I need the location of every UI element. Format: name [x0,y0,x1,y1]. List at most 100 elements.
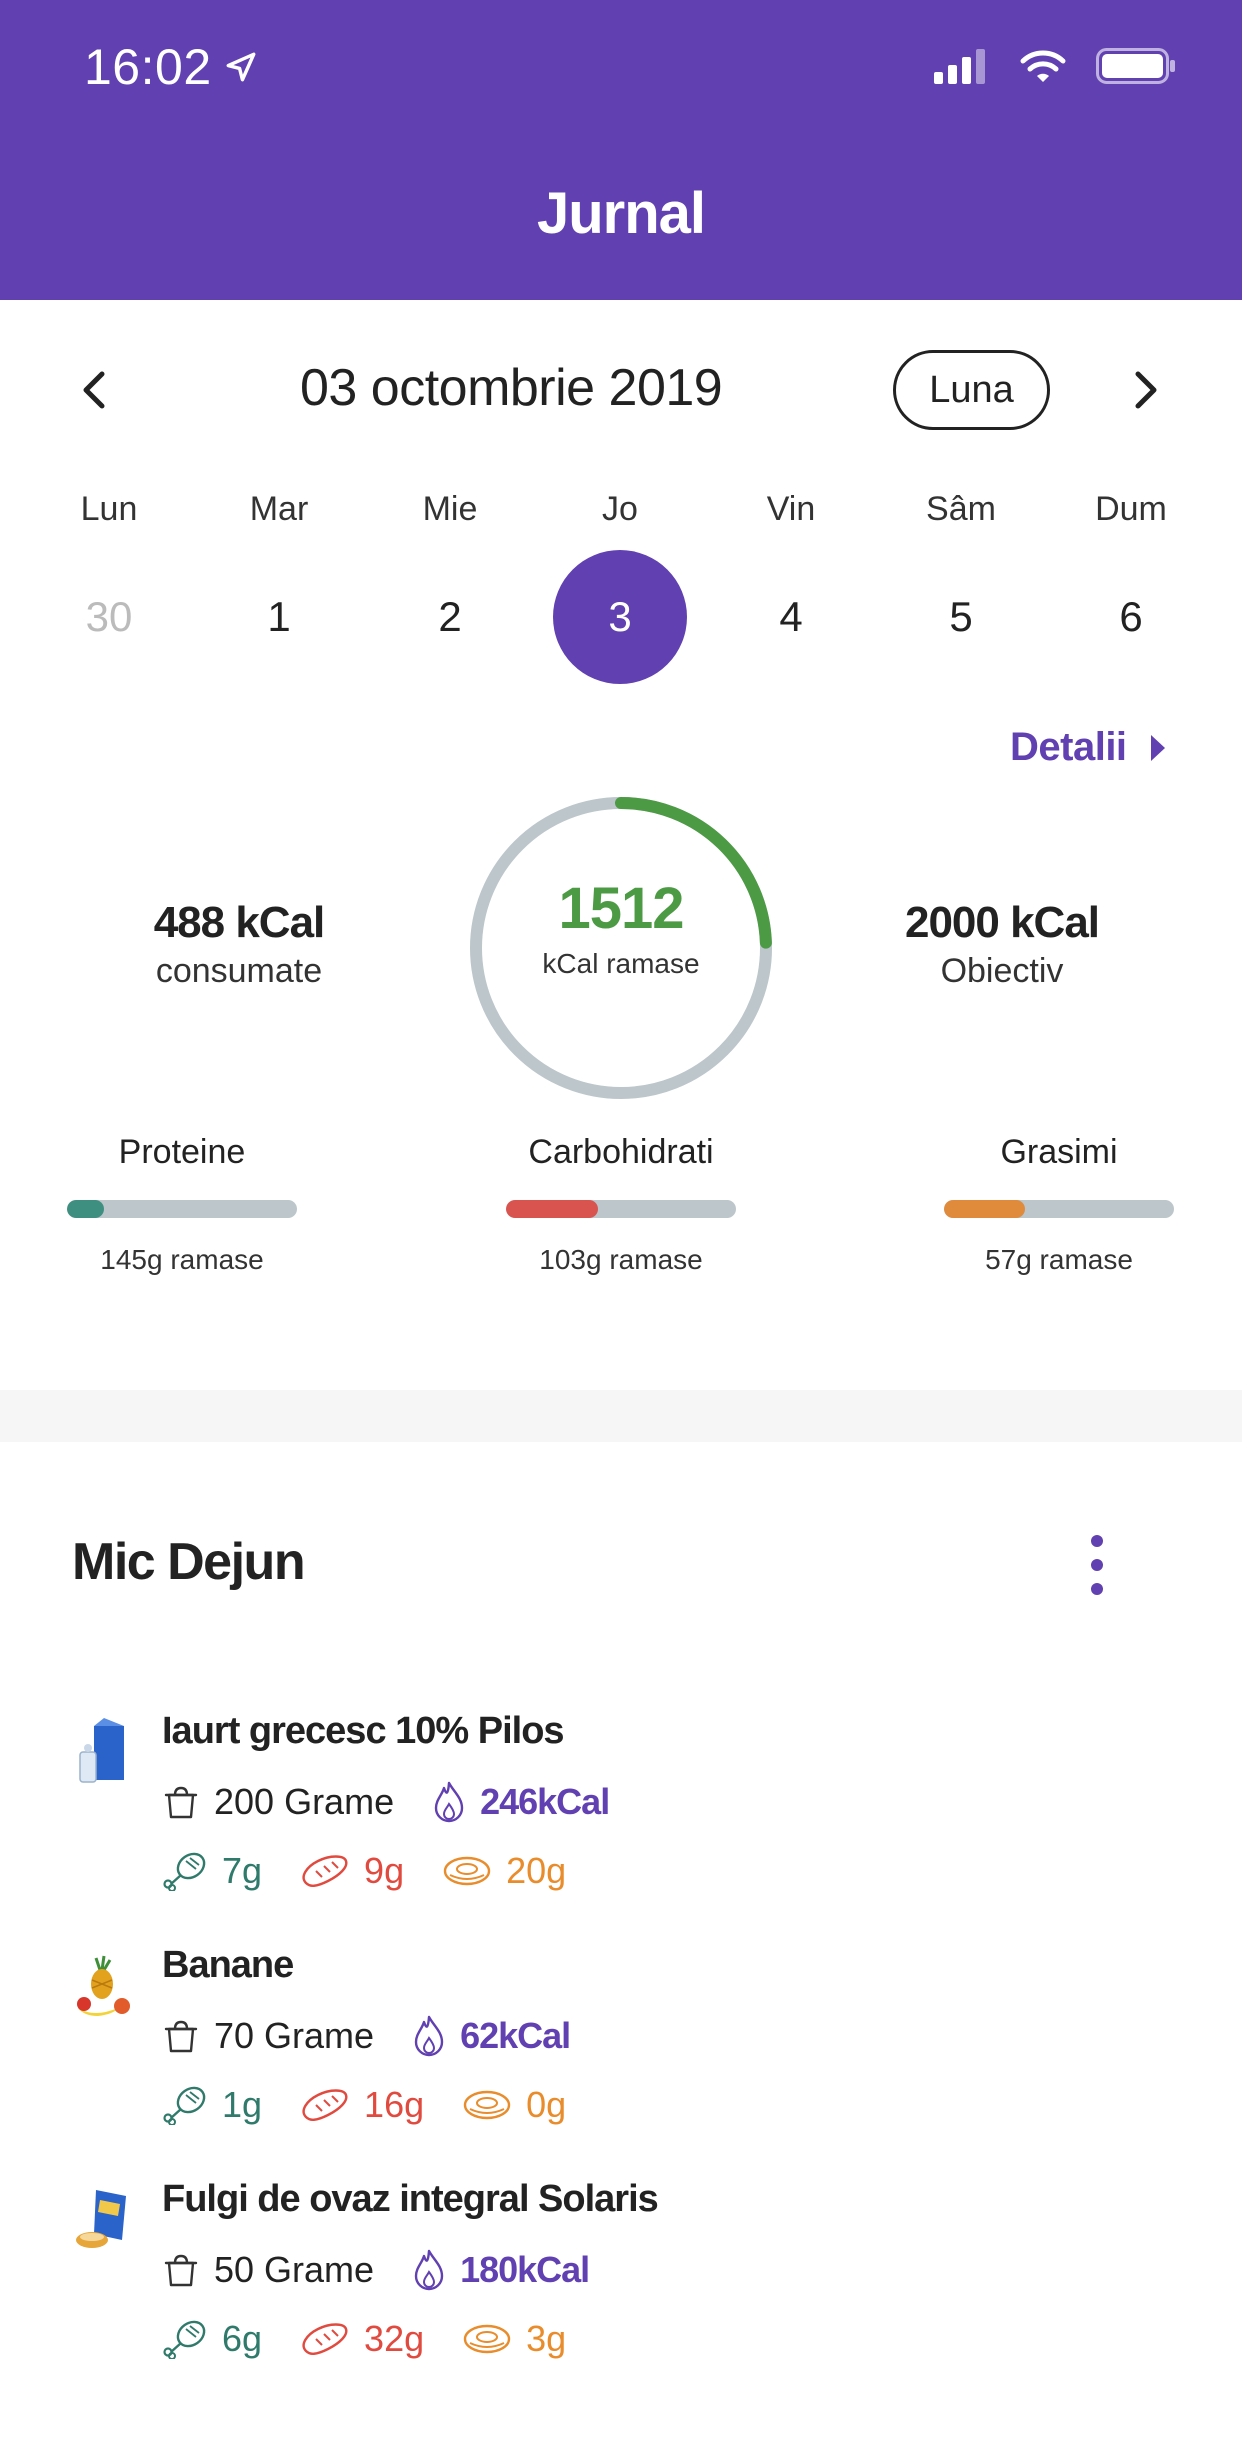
remaining-label: kCal ramase [542,948,700,979]
yogurt-icon [79,1718,124,1783]
food-calories: 180kCal [460,2249,590,2290]
protein-drumstick-icon [162,2085,208,2125]
caret-right-icon [1150,734,1165,761]
flame-icon [432,1780,466,1824]
food-item[interactable]: Iaurt grecesc 10% Pilos 200 Grame 246kCa… [0,1700,1242,1930]
food-carbs: 32g [364,2318,425,2359]
carbs-bread-icon [300,2087,350,2123]
food-macros-row: 7g 9g 20g [162,1850,566,1892]
app-header: 16:02 Jurnal [0,0,1242,300]
macro-progress-fill [67,1200,104,1218]
details-link[interactable]: Detalii [1010,725,1167,770]
status-bar-time: 16:02 [84,38,258,96]
food-amount-row: 200 Grame 246kCal [162,1780,610,1824]
day-cell[interactable]: 5 [894,550,1028,684]
flame-icon [412,2248,446,2292]
previous-day-button[interactable] [72,368,116,412]
macro-remaining: 145g ramase [100,1244,264,1275]
food-carbs: 16g [364,2084,425,2125]
food-fat: 3g [526,2318,567,2359]
carbs-bread-icon [300,1853,350,1889]
pot-icon [162,2017,200,2055]
food-item[interactable]: Fulgi de ovaz integral Solaris 50 Grame … [0,2168,1242,2398]
macro-name: Grasimi [1000,1133,1118,1171]
current-date[interactable]: 03 octombrie 2019 [300,358,723,418]
cereal-icon [76,2190,126,2248]
macro-carbs: Carbohidrati 103g ramase [501,1133,741,1276]
fat-avocado-icon [462,2087,512,2123]
goal-summary: 2000 kCal Obiectiv [862,898,1142,991]
food-calories: 246kCal [480,1781,610,1822]
details-link-label: Detalii [1010,725,1127,769]
weekday-label: Mar [249,490,309,528]
macro-progress-fill [944,1200,1025,1218]
carbs-bread-icon [300,2321,350,2357]
consumed-value: 488 kCal [153,898,326,947]
month-view-button[interactable]: Luna [893,350,1050,430]
weekday-label: Vin [766,490,816,528]
pot-icon [162,2251,200,2289]
food-name: Iaurt grecesc 10% Pilos [162,1710,565,1752]
day-cell[interactable]: 1 [212,550,346,684]
battery-icon [1096,48,1175,84]
weekday-label: Sâm [926,490,996,528]
status-bar-icons [934,48,1176,84]
meal-title: Mic Dejun [72,1533,306,1591]
food-amount: 70 Grame [214,2015,375,2056]
location-arrow-icon [226,52,256,82]
wifi-icon [1020,50,1066,82]
food-fat: 20g [506,1850,567,1891]
food-macros-row: 1g 16g 0g [162,2084,566,2126]
weekday-label: Mie [422,490,478,528]
food-name: Fulgi de ovaz integral Solaris [162,2178,659,2220]
macro-protein: Proteine 145g ramase [62,1133,302,1276]
goal-label: Obiectiv [940,952,1064,990]
date-navigation: 03 octombrie 2019 Luna [0,350,1242,430]
protein-drumstick-icon [162,1851,208,1891]
food-amount: 200 Grame [214,1781,395,1822]
chevron-right-icon [1135,371,1157,409]
food-protein: 6g [222,2318,263,2359]
day-cell[interactable]: 2 [383,550,517,684]
weekday-label: Jo [602,490,638,528]
food-name: Banane [162,1944,294,1986]
consumed-label: consumate [155,952,323,990]
weekday-label: Dum [1095,490,1167,528]
macro-progress-fill [506,1200,598,1218]
remaining-value: 1512 [558,876,684,941]
meal-options-button[interactable] [1082,1535,1112,1595]
weekday-label: Lun [80,490,138,528]
food-fat: 0g [526,2084,567,2125]
macro-name: Carbohidrati [528,1133,714,1171]
fruit-icon [77,1955,130,2016]
flame-icon [412,2014,446,2058]
food-calories: 62kCal [460,2015,571,2056]
food-amount-row: 70 Grame 62kCal [162,2014,571,2058]
consumed-summary: 488 kCal consumate [100,898,378,991]
macro-progress-bar [944,1200,1174,1218]
food-amount-row: 50 Grame 180kCal [162,2248,590,2292]
macro-remaining: 57g ramase [985,1244,1133,1275]
day-cell-selected[interactable]: 3 [553,550,687,684]
day-cell[interactable]: 4 [724,550,858,684]
fat-avocado-icon [462,2321,512,2357]
day-cell[interactable]: 6 [1064,550,1198,684]
next-day-button[interactable] [1124,368,1168,412]
food-protein: 1g [222,2084,263,2125]
macro-remaining: 103g ramase [539,1244,703,1275]
food-amount: 50 Grame [214,2249,375,2290]
macro-name: Proteine [118,1133,246,1171]
day-cell[interactable]: 30 [42,550,176,684]
food-macros-row: 6g 32g 3g [162,2318,566,2360]
more-vertical-icon [1091,1535,1103,1547]
goal-value: 2000 kCal [904,898,1100,947]
food-protein: 7g [222,1850,263,1891]
macro-fat: Grasimi 57g ramase [939,1133,1179,1276]
pot-icon [162,1783,200,1821]
protein-drumstick-icon [162,2319,208,2359]
macro-progress-bar [67,1200,297,1218]
cellular-signal-icon [934,49,985,84]
page-title: Jurnal [536,181,706,246]
food-item[interactable]: Banane 70 Grame 62kCal 1g 16g 0g [0,1934,1242,2164]
macro-progress-bar [506,1200,736,1218]
